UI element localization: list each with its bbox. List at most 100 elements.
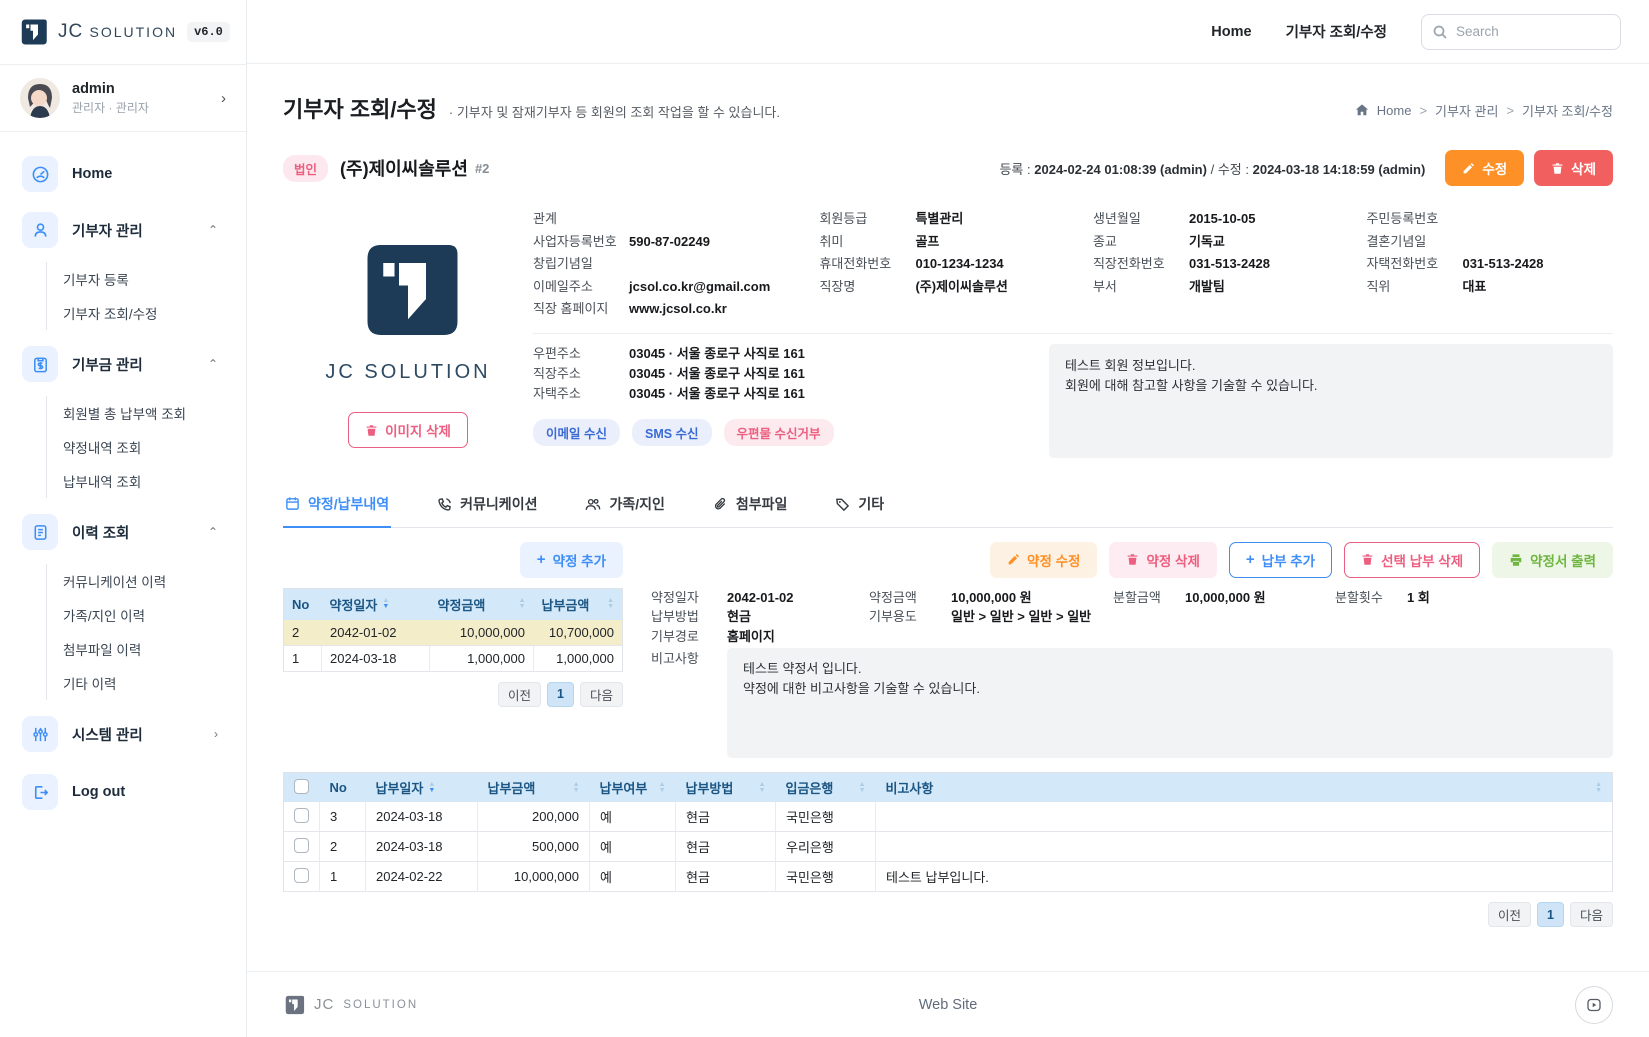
sidebar-subitem[interactable]: 첨부파일 이력 [63,632,232,666]
delete-donor-button[interactable]: 삭제 [1534,150,1613,186]
sort-icon[interactable]: ▲▼ [659,782,666,794]
donor-addresses: 우편주소03045 · 서울 종로구 사직로 161 직장주소03045 · 서… [533,344,1033,458]
sort-icon[interactable]: ▲▼ [607,598,614,610]
sidebar-item-system-mgmt[interactable]: 시스템 관리 › [14,710,232,758]
field-value: 031-513-2428 [1189,253,1270,276]
search-box[interactable] [1421,14,1621,50]
breadcrumb-donor-mgmt[interactable]: 기부자 관리 [1435,101,1498,120]
sidebar-item-logout[interactable]: Log out [14,768,232,816]
sort-icon[interactable]: ▲▼ [519,598,526,610]
field-value: jcsol.co.kr@gmail.com [629,276,770,299]
detail-value: 10,000,000 원 [1185,588,1335,608]
topnav-home[interactable]: Home [1211,24,1251,40]
select-all-checkbox[interactable] [294,779,309,794]
sidebar-item-donor-mgmt[interactable]: 기부자 관리 ⌃ [14,206,232,254]
row-checkbox[interactable] [294,808,309,823]
page-number-button[interactable]: 1 [547,682,574,707]
sidebar-subitem[interactable]: 회원별 총 납부액 조회 [63,396,232,430]
column-header[interactable]: 납부여부 ▲▼ [590,773,676,803]
payment-pagination: 이전 1 다음 [283,902,1613,927]
next-page-button[interactable]: 다음 [1570,902,1613,927]
column-header[interactable]: 입금은행 ▲▼ [776,773,876,803]
column-header[interactable]: 약정일자 ▲▼ [322,588,430,620]
sidebar-subitem[interactable]: 기타 이력 [63,666,232,700]
pledge-row[interactable]: 1 2024-03-18 1,000,000 1,000,000 [284,645,623,671]
status-badge-sms: SMS 수신 [632,419,712,446]
topnav-donor-lookup[interactable]: 기부자 조회/수정 [1286,21,1387,42]
delete-pledge-button[interactable]: 약정 삭제 [1109,542,1216,578]
person-icon [22,212,58,248]
column-header[interactable]: 비고사항 ▲▼ [876,773,1613,803]
pledge-row-selected[interactable]: 2 2042-01-02 10,000,000 10,700,000 [284,620,623,646]
brand-logo[interactable]: JC SOLUTION v6.0 [0,0,246,64]
column-header[interactable]: No [320,773,366,803]
sidebar: JC SOLUTION v6.0 admin 관리자 · 관리자 › [0,0,247,1037]
column-header[interactable]: 약정금액 ▲▼ [430,588,534,620]
sidebar-subitem[interactable]: 기부자 등록 [63,262,232,296]
column-header[interactable]: 납부일자 ▲▼ [366,773,478,803]
column-header[interactable]: 납부금액 ▲▼ [478,773,590,803]
sidebar-item-home[interactable]: Home [14,150,232,198]
row-checkbox[interactable] [294,838,309,853]
document-icon [22,514,58,550]
print-pledge-button[interactable]: 약정서 출력 [1492,542,1613,578]
sort-icon[interactable]: ▲▼ [759,782,766,794]
search-input[interactable] [1456,24,1596,39]
sidebar-item-label: Log out [72,784,125,800]
tab-family-acquaintance[interactable]: 가족/지인 [583,484,666,527]
sidebar-subitem[interactable]: 커뮤니케이션 이력 [63,564,232,598]
status-badge-mail-refused: 우편물 수신거부 [724,419,834,446]
sidebar-subitem[interactable]: 약정내역 조회 [63,430,232,464]
tab-communication[interactable]: 커뮤니케이션 [435,484,539,527]
sort-icon[interactable]: ▲▼ [382,598,389,610]
sidebar-item-history[interactable]: 이력 조회 ⌃ [14,508,232,556]
delete-selected-payment-button[interactable]: 선택 납부 삭제 [1344,542,1480,578]
profile-card[interactable]: admin 관리자 · 관리자 › [0,64,246,132]
calendar-icon [285,496,300,511]
image-delete-button[interactable]: 이미지 삭제 [348,412,468,448]
tab-etc[interactable]: 기타 [833,484,886,527]
play-circle-button[interactable] [1575,986,1613,1024]
sort-icon[interactable]: ▲▼ [573,782,580,794]
footer-site-link[interactable]: Web Site [919,997,978,1013]
prev-page-button[interactable]: 이전 [498,682,541,707]
pencil-icon [1007,553,1020,566]
column-header[interactable]: No [284,588,322,620]
submenu-donor: 기부자 등록 기부자 조회/수정 [46,262,232,330]
column-header[interactable]: 납부방법 ▲▼ [676,773,776,803]
chevron-up-icon: ⌃ [208,357,224,371]
sidebar-item-label: 이력 조회 [72,522,129,543]
add-payment-button[interactable]: + 납부 추가 [1229,542,1332,578]
sliders-icon [22,716,58,752]
brand-name: JC SOLUTION [58,21,177,43]
column-header[interactable]: 납부금액 ▲▼ [534,588,623,620]
sidebar-item-label: 기부자 관리 [72,220,143,241]
sort-icon[interactable]: ▲▼ [859,782,866,794]
payment-row[interactable]: 3 2024-03-18 200,000 예 현금 국민은행 [284,802,1613,832]
sidebar-subitem[interactable]: 납부내역 조회 [63,464,232,498]
field-value: 개발팀 [1189,276,1225,299]
tab-pledge-payment[interactable]: 약정/납부내역 [283,484,391,528]
tab-attachments[interactable]: 첨부파일 [711,484,790,527]
payment-row[interactable]: 1 2024-02-22 10,000,000 예 현금 국민은행 테스트 납부… [284,862,1613,892]
home-icon [1355,103,1369,117]
page-number-button[interactable]: 1 [1537,902,1564,927]
payment-row[interactable]: 2 2024-03-18 500,000 예 현금 우리은행 [284,832,1613,862]
brand-logo-icon [18,17,48,47]
prev-page-button[interactable]: 이전 [1488,902,1531,927]
sidebar-subitem[interactable]: 가족/지인 이력 [63,598,232,632]
sidebar-item-label: Home [72,166,112,182]
profile-role: 관리자 · 관리자 [72,99,149,116]
add-pledge-button[interactable]: + 약정 추가 [520,542,623,578]
pledge-detail-panel: 약정일자 2042-01-02 약정금액 10,000,000 원 분할금액 1… [651,588,1613,759]
sidebar-item-donation-mgmt[interactable]: 기부금 관리 ⌃ [14,340,232,388]
edit-pledge-button[interactable]: 약정 수정 [990,542,1097,578]
sort-icon[interactable]: ▲▼ [428,782,435,794]
sidebar-subitem[interactable]: 기부자 조회/수정 [63,296,232,330]
sort-icon[interactable]: ▲▼ [1595,782,1602,794]
breadcrumb-home[interactable]: Home [1377,103,1412,118]
row-checkbox[interactable] [294,868,309,883]
next-page-button[interactable]: 다음 [580,682,623,707]
trash-icon [1361,553,1374,566]
edit-donor-button[interactable]: 수정 [1445,150,1524,186]
